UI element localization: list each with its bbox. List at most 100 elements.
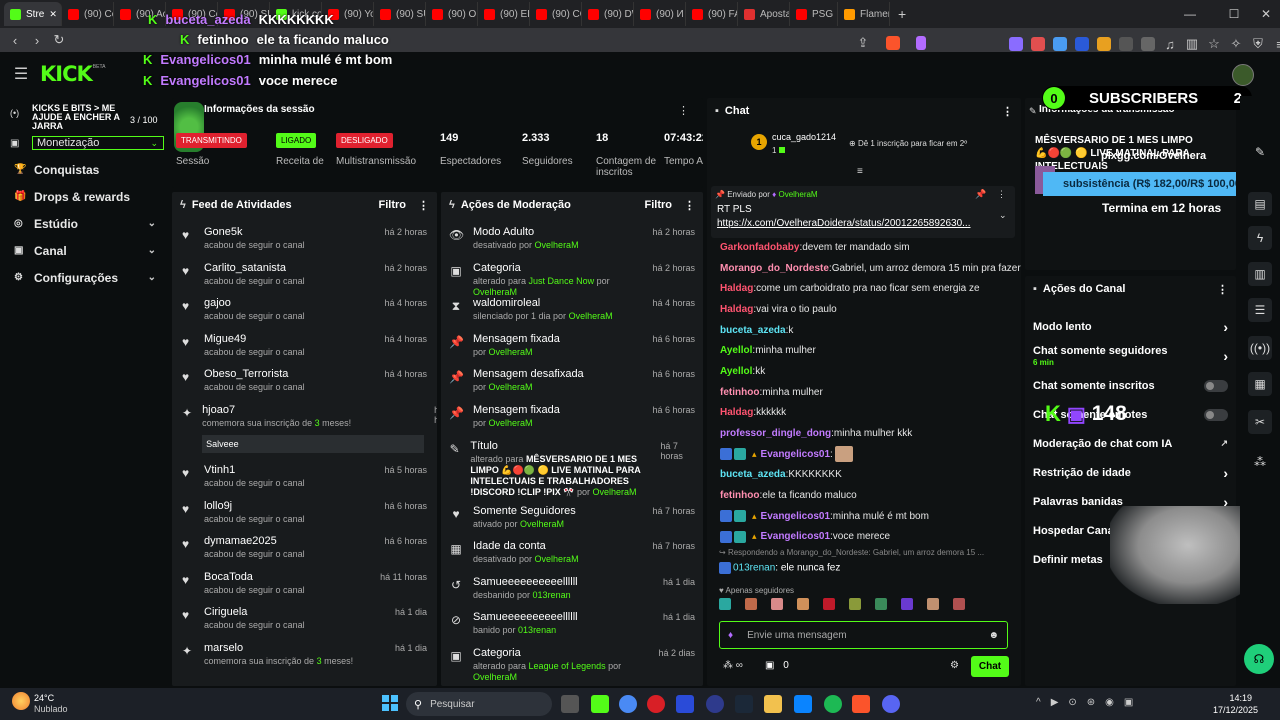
browser-tab[interactable]: (90) O M (426, 2, 478, 26)
unpin-icon[interactable]: 📌 (975, 189, 986, 200)
spotify-icon[interactable] (824, 695, 842, 713)
channel-points-icon[interactable]: ⁂ ∞ (723, 660, 743, 671)
list-item[interactable]: ♥ Vtinh1 acabou de seguir o canal há 5 hora… (172, 460, 437, 496)
back-icon[interactable]: ‹ (4, 29, 26, 51)
emote[interactable] (719, 598, 731, 610)
share-icon[interactable]: ⇪ (852, 32, 874, 54)
list-item[interactable]: ✎ Título alterado para MÊSVERSARIO DE 1 ME… (441, 436, 703, 501)
emote[interactable] (953, 598, 965, 610)
browser-tab[interactable]: (90) Con (62, 2, 114, 26)
emote[interactable] (823, 598, 835, 610)
chat-username[interactable]: Garkonfadobaby (720, 242, 799, 253)
maximize-icon[interactable]: ☐ (1216, 0, 1252, 28)
new-tab-button[interactable]: + (890, 6, 914, 22)
chat-input[interactable]: ♦ Envie uma mensagem ☻ (719, 621, 1008, 649)
list-item[interactable]: ⊘ Samueeeeeeeeeellllll banido por 013renan… (441, 607, 703, 643)
brave-rewards-icon[interactable] (916, 36, 926, 50)
channel-action-5[interactable]: Restrição de idade › (1025, 458, 1236, 487)
chat-username[interactable]: Ayellol (720, 366, 752, 377)
list-item[interactable]: ♥ Migue49 acabou de seguir o canal há 4 hor… (172, 329, 437, 365)
chat-message[interactable]: fetinhoo: ele ta ficando maluco (707, 485, 1021, 506)
list-item[interactable]: ♥ BocaToda acabou de seguir o canal há 11 h… (172, 567, 437, 603)
more-options-icon[interactable]: ⋮ (418, 199, 429, 212)
close-tab-icon[interactable]: ✕ (49, 9, 57, 20)
top-gifter-name[interactable]: cuca_gado1214 (772, 132, 836, 142)
sidebar-item-drops-rewards[interactable]: 🎁 Drops & rewards (0, 183, 170, 210)
browser-tab[interactable]: Aposta (738, 2, 790, 26)
lightning-icon[interactable]: ϟ (1248, 226, 1272, 250)
send-chat-button[interactable]: Chat (971, 656, 1009, 677)
emote[interactable] (849, 598, 861, 610)
list-item[interactable]: 📌 Mensagem fixada por OvelheraM há 6 horas (441, 400, 703, 436)
discord-icon[interactable] (882, 695, 900, 713)
browser-tab[interactable]: (90) COR (530, 2, 582, 26)
chat-message[interactable]: fetinhoo: minha mulher (707, 382, 1021, 403)
browser-tab[interactable]: PSG (790, 2, 838, 26)
app-icon[interactable] (676, 695, 694, 713)
more-options-icon[interactable]: ⋮ (678, 104, 689, 117)
opera-icon[interactable] (647, 695, 665, 713)
wrench-icon[interactable]: ✂ (1248, 410, 1272, 434)
extension-icon[interactable] (1075, 37, 1089, 51)
sidebar-item-est-dio[interactable]: ◎ Estúdio ⌄ (0, 210, 170, 237)
channel-action-4[interactable]: Moderação de chat com IA ↗ (1025, 429, 1236, 458)
emote[interactable] (797, 598, 809, 610)
list-item[interactable]: ⧗ waldomiroleal silenciado por 1 dia por O… (441, 293, 703, 329)
stack-icon[interactable]: ≡ (857, 166, 863, 177)
brave-icon[interactable] (852, 695, 870, 713)
list-item[interactable]: ♥ Carlito_satanista acabou de seguir o can… (172, 258, 437, 294)
chat-username[interactable]: Evangelicos01 (761, 511, 830, 522)
chrome-icon[interactable] (619, 695, 637, 713)
kick-app-icon[interactable] (591, 695, 609, 713)
extension-icon[interactable] (1119, 37, 1133, 51)
browser-tab[interactable]: Flameng (838, 2, 890, 26)
edit-icon[interactable]: ✎ (1248, 140, 1272, 164)
chat-message[interactable]: Haldag: vai vira o tio paulo (707, 299, 1021, 320)
chat-message[interactable]: Morango_do_Nordeste: Gabriel, um arroz d… (707, 258, 1021, 279)
extension-icon[interactable] (1097, 37, 1111, 51)
chat-username[interactable]: buceta_azeda (720, 469, 786, 480)
browser-tab[interactable]: (90) FAL (686, 2, 738, 26)
support-icon[interactable]: ☊ (1244, 644, 1274, 674)
kick-logo[interactable]: KICK BETA (40, 62, 105, 86)
reload-icon[interactable]: ↻ (48, 29, 70, 51)
layout-icon[interactable]: ▦ (1248, 372, 1272, 396)
list-item[interactable]: ✦ hjoao7 comemora sua inscrição de 3 meses… (172, 400, 437, 460)
chat-username[interactable]: fetinhoo (720, 490, 759, 501)
browser-tab[interactable]: (90) DW (582, 2, 634, 26)
list-item[interactable]: ♥ Ciriguela acabou de seguir o canal há 1 d… (172, 602, 437, 638)
list-item[interactable]: ♥ lollo9j acabou de seguir o canal há 6 hor… (172, 496, 437, 532)
pinned-link[interactable]: https://x.com/OvelheraDoidera/status/200… (717, 218, 971, 229)
chat-message[interactable]: buceta_azeda: k (707, 320, 1021, 341)
filter-button[interactable]: Filtro (379, 199, 407, 211)
chat-message[interactable]: Garkonfadobaby: devem ter mandado sim (707, 237, 1021, 258)
chat-username[interactable]: Evangelicos01 (761, 531, 830, 542)
chat-username[interactable]: Haldag (720, 407, 753, 418)
channel-action-0[interactable]: Modo lento › (1025, 312, 1236, 341)
filter-button[interactable]: Filtro (645, 199, 673, 211)
emoji-icon[interactable]: ☻ (988, 630, 999, 641)
emote[interactable] (875, 598, 887, 610)
chat-message[interactable]: Haldag: come um carboidrato pra nao fica… (707, 278, 1021, 299)
extension-icon[interactable] (1141, 37, 1155, 51)
list-item[interactable]: 👁 Modo Adulto desativado por OvelheraM há 2… (441, 222, 703, 258)
tray-icons[interactable]: ^▶⊙⊛◉▣ (1036, 697, 1143, 708)
browser-tab[interactable]: (90) И С (634, 2, 686, 26)
list-item[interactable]: 📌 Mensagem fixada por OvelheraM há 6 horas (441, 329, 703, 365)
minimize-icon[interactable]: — (1172, 0, 1208, 28)
list-item[interactable]: ♥ Gone5k acabou de seguir o canal há 2 hora… (172, 222, 437, 258)
list-item[interactable]: ♥ Somente Seguidores ativado por OvelheraM… (441, 501, 703, 537)
chat-settings-icon[interactable]: ⚙ (950, 660, 959, 671)
brave-shield-icon[interactable] (886, 36, 900, 50)
channel-action-2[interactable]: Chat somente inscritos (1025, 371, 1236, 400)
chat-username[interactable]: buceta_azeda (720, 325, 786, 336)
list-item[interactable]: ▦ Idade da conta desativado por OvelheraM h… (441, 536, 703, 572)
chat-username[interactable]: Ayellol (720, 345, 752, 356)
more-options-icon[interactable]: ⋮ (1002, 105, 1013, 118)
chat-icon[interactable]: ☰ (1248, 298, 1272, 322)
extension-icon[interactable] (1053, 37, 1067, 51)
chat-username[interactable]: fetinhoo (720, 387, 759, 398)
app-icon[interactable] (794, 695, 812, 713)
forward-icon[interactable]: › (26, 29, 48, 51)
chat-username[interactable]: professor_dingle_dong (720, 428, 831, 439)
